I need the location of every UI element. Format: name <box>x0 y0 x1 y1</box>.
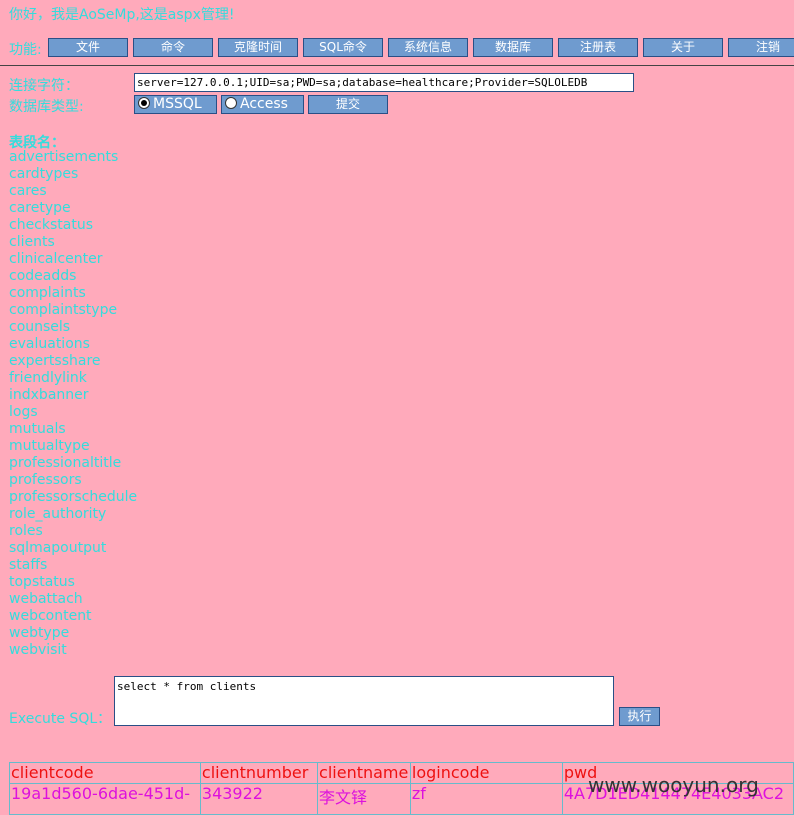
menu-command-button[interactable]: 命令 <box>133 38 213 57</box>
table-link-webattach[interactable]: webattach <box>9 591 137 608</box>
table-link-codeadds[interactable]: codeadds <box>9 268 137 285</box>
column-header-logincode: logincode <box>409 762 563 784</box>
table-link-webcontent[interactable]: webcontent <box>9 608 137 625</box>
radio-checked-icon[interactable] <box>138 97 150 109</box>
execute-sql-label: Execute SQL： <box>9 711 112 727</box>
table-link-clinicalcenter[interactable]: clinicalcenter <box>9 251 137 268</box>
mssql-radio-option[interactable]: MSSQL <box>134 95 217 114</box>
table-link-professionaltitle[interactable]: professionaltitle <box>9 455 137 472</box>
column-header-clientcode: clientcode <box>9 762 201 784</box>
table-link-counsels[interactable]: counsels <box>9 319 137 336</box>
table-link-indxbanner[interactable]: indxbanner <box>9 387 137 404</box>
mssql-label: MSSQL <box>153 96 202 112</box>
menu-clone-time-button[interactable]: 克隆时间 <box>218 38 298 57</box>
cell-logincode: zf <box>409 783 563 815</box>
table-link-webtype[interactable]: webtype <box>9 625 137 642</box>
watermark-text: www.wooyun.org <box>588 773 759 797</box>
cell-clientname: 李文铎 <box>317 783 411 815</box>
table-link-advertisements[interactable]: advertisements <box>9 149 137 166</box>
table-link-logs[interactable]: logs <box>9 404 137 421</box>
table-link-evaluations[interactable]: evaluations <box>9 336 137 353</box>
table-link-topstatus[interactable]: topstatus <box>9 574 137 591</box>
greeting-text: 你好，我是AoSeMp,这是aspx管理! <box>9 7 235 23</box>
connection-label: 连接字符： <box>9 78 79 94</box>
menu-file-button[interactable]: 文件 <box>48 38 128 57</box>
table-link-webvisit[interactable]: webvisit <box>9 642 137 659</box>
radio-unchecked-icon[interactable] <box>225 97 237 109</box>
column-header-clientnumber: clientnumber <box>199 762 319 784</box>
table-link-cares[interactable]: cares <box>9 183 137 200</box>
function-label: 功能: <box>9 42 42 58</box>
table-link-clients[interactable]: clients <box>9 234 137 251</box>
menu-database-button[interactable]: 数据库 <box>473 38 553 57</box>
table-name-list: advertisements cardtypes cares caretype chec… <box>9 149 137 659</box>
menu-system-info-button[interactable]: 系统信息 <box>388 38 468 57</box>
submit-button[interactable]: 提交 <box>308 95 388 114</box>
table-link-complaintstype[interactable]: complaintstype <box>9 302 137 319</box>
table-link-roles[interactable]: roles <box>9 523 137 540</box>
sql-query-textarea[interactable]: select * from clients <box>114 676 614 726</box>
cell-clientnumber: 343922 <box>199 783 319 815</box>
table-link-professors[interactable]: professors <box>9 472 137 489</box>
table-link-friendlylink[interactable]: friendlylink <box>9 370 137 387</box>
table-link-mutuals[interactable]: mutuals <box>9 421 137 438</box>
table-link-expertsshare[interactable]: expertsshare <box>9 353 137 370</box>
table-link-checkstatus[interactable]: checkstatus <box>9 217 137 234</box>
table-link-mutualtype[interactable]: mutualtype <box>9 438 137 455</box>
table-link-caretype[interactable]: caretype <box>9 200 137 217</box>
cell-clientcode: 19a1d560-6dae-451d- <box>9 783 201 815</box>
connection-string-input[interactable]: server=127.0.0.1;UID=sa;PWD=sa;database=… <box>134 73 634 92</box>
menu-sql-command-button[interactable]: SQL命令 <box>303 38 383 57</box>
db-type-label: 数据库类型: <box>9 99 84 115</box>
table-link-complaints[interactable]: complaints <box>9 285 137 302</box>
table-link-sqlmapoutput[interactable]: sqlmapoutput <box>9 540 137 557</box>
execute-button[interactable]: 执行 <box>619 707 660 726</box>
divider <box>0 65 794 66</box>
table-link-staffs[interactable]: staffs <box>9 557 137 574</box>
menu-logout-button[interactable]: 注销 <box>728 38 794 57</box>
table-link-cardtypes[interactable]: cardtypes <box>9 166 137 183</box>
column-header-clientname: clientname <box>317 762 411 784</box>
menu-registry-button[interactable]: 注册表 <box>558 38 638 57</box>
access-label: Access <box>240 96 288 112</box>
access-radio-option[interactable]: Access <box>221 95 304 114</box>
table-link-professorschedule[interactable]: professorschedule <box>9 489 137 506</box>
table-link-role-authority[interactable]: role_authority <box>9 506 137 523</box>
menu-about-button[interactable]: 关于 <box>643 38 723 57</box>
